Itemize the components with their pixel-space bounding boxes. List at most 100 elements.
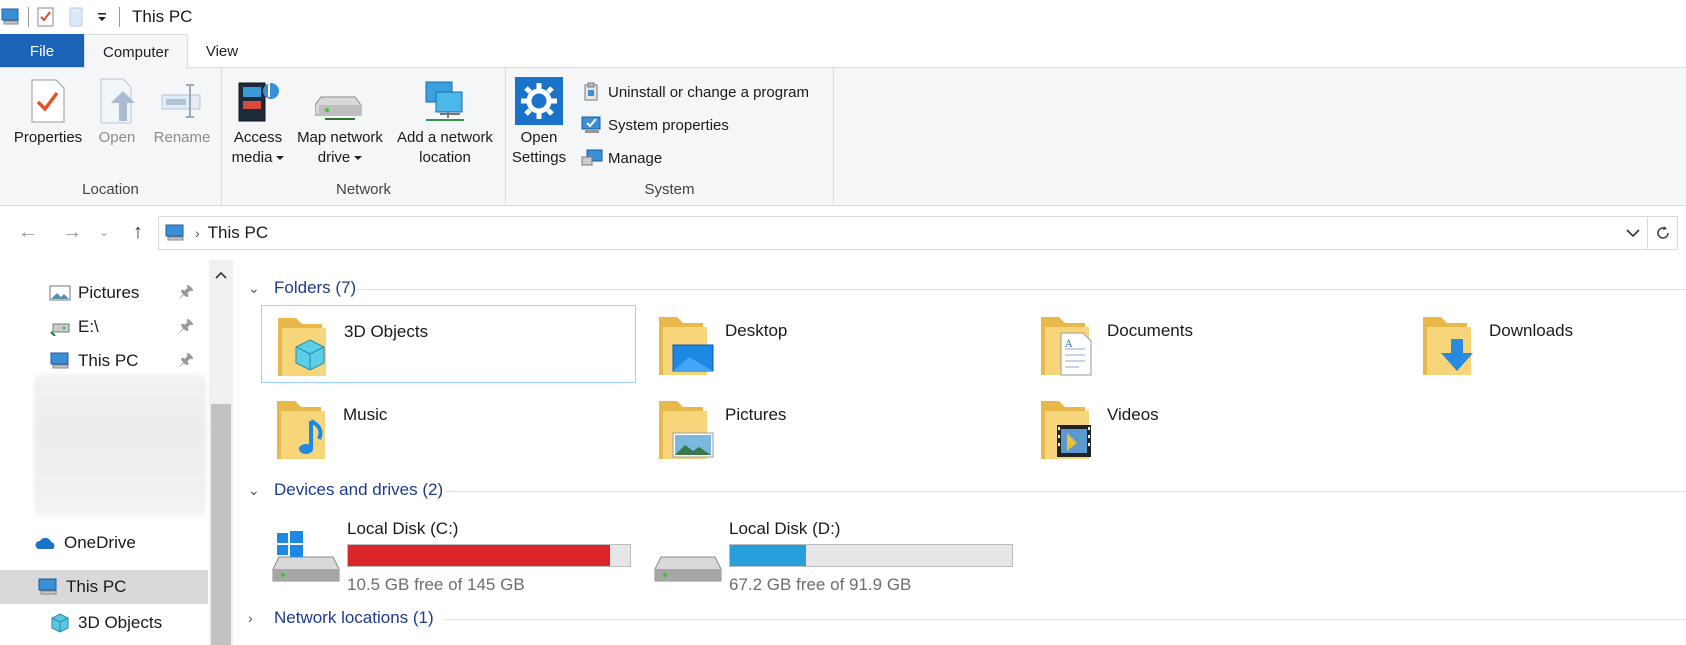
- sidebar-item-label: OneDrive: [64, 533, 136, 552]
- drive-free-space: 67.2 GB free of 91.9 GB: [729, 575, 912, 594]
- access-media-button[interactable]: Access media: [228, 74, 288, 168]
- folder-tile-downloads[interactable]: Downloads: [1407, 305, 1686, 383]
- up-arrow-icon[interactable]: ↑: [124, 218, 152, 246]
- map-drive-label-2: drive: [318, 148, 363, 168]
- system-group: Open Settings Uninstall or change a prog…: [506, 68, 834, 206]
- new-folder-quick-icon[interactable]: [65, 6, 87, 28]
- 3d-cube-icon: [48, 612, 72, 634]
- sidebar-item-3d-objects[interactable]: 3D Objects: [0, 606, 208, 640]
- map-network-drive-button[interactable]: Map network drive: [292, 74, 388, 168]
- breadcrumb-chevron-icon[interactable]: ›: [195, 225, 200, 241]
- open-label: Open: [98, 129, 136, 146]
- drive-usage-fill: [730, 545, 806, 566]
- properties-icon: [22, 74, 74, 128]
- rename-label: Rename: [153, 129, 211, 146]
- folders-section-header[interactable]: ⌄ Folders (7): [248, 274, 356, 302]
- system-properties-icon: [580, 114, 604, 136]
- back-arrow-icon[interactable]: ←: [14, 218, 42, 246]
- address-dropdown-icon[interactable]: [1619, 217, 1647, 249]
- folder-tile-documents[interactable]: A Documents: [1025, 305, 1400, 383]
- chevron-down-icon[interactable]: ⌄: [248, 280, 264, 297]
- add-network-location-button[interactable]: Add a network location: [392, 74, 498, 168]
- properties-quick-icon[interactable]: [35, 6, 57, 28]
- folder-tile-music[interactable]: Music: [261, 389, 636, 467]
- address-bar[interactable]: › This PC: [158, 216, 1648, 250]
- access-media-label-2: media: [232, 148, 285, 168]
- drive-usage-bar: [729, 544, 1013, 567]
- folder-name: Desktop: [725, 321, 788, 340]
- pin-icon[interactable]: 🖈: [178, 347, 194, 376]
- sidebar-item-label: E:\: [78, 317, 99, 336]
- add-location-label-2: location: [419, 149, 471, 166]
- sidebar-item-label: Pictures: [78, 283, 140, 302]
- folder-tile-3d-objects[interactable]: 3D Objects: [261, 305, 636, 383]
- folder-3d-objects-icon: [274, 310, 338, 382]
- uninstall-program-button[interactable]: Uninstall or change a program: [580, 80, 809, 104]
- svg-text:A: A: [1064, 339, 1073, 350]
- breadcrumb[interactable]: This PC: [208, 223, 268, 243]
- system-properties-label: System properties: [608, 116, 729, 134]
- sidebar-item-e-drive[interactable]: E:\ 🖈: [0, 310, 208, 344]
- folder-desktop-icon: [655, 309, 719, 381]
- manage-button[interactable]: Manage: [580, 146, 662, 170]
- title-bar: This PC: [0, 0, 1686, 34]
- open-settings-button[interactable]: Open Settings: [512, 74, 566, 168]
- folder-tile-desktop[interactable]: Desktop: [643, 305, 1018, 383]
- chevron-right-icon[interactable]: ›: [248, 610, 264, 626]
- chevron-down-icon: [354, 156, 363, 161]
- tab-file[interactable]: File: [0, 34, 84, 68]
- chevron-down-icon: [276, 156, 285, 161]
- drive-tile-d[interactable]: Local Disk (D:) 67.2 GB free of 91.9 GB: [643, 515, 1013, 595]
- sidebar-item-this-pc[interactable]: This PC: [0, 570, 208, 604]
- properties-button[interactable]: Properties: [10, 74, 86, 148]
- forward-arrow-icon[interactable]: →: [58, 218, 86, 246]
- scrollbar-thumb[interactable]: [211, 404, 231, 645]
- sidebar-item-label: 3D Objects: [78, 613, 163, 632]
- pictures-icon: [48, 282, 72, 304]
- manage-icon: [580, 147, 604, 169]
- scroll-up-chevron-icon[interactable]: [209, 264, 233, 286]
- window-title: This PC: [132, 7, 193, 26]
- sidebar-item-pictures[interactable]: Pictures 🖈: [0, 276, 208, 310]
- this-pc-icon: [48, 350, 72, 372]
- sidebar-scrollbar[interactable]: [209, 260, 233, 645]
- network-locations-section-header[interactable]: › Network locations (1): [248, 604, 434, 632]
- folder-name: Videos: [1107, 405, 1159, 424]
- open-settings-label-2: Settings: [511, 149, 567, 166]
- blurred-items: [34, 374, 206, 516]
- folder-name: Pictures: [725, 405, 787, 424]
- tab-computer[interactable]: Computer: [84, 34, 188, 69]
- folder-tile-videos[interactable]: Videos: [1025, 389, 1400, 467]
- recent-locations-chevron-icon[interactable]: ⌄: [94, 218, 114, 246]
- location-group: Properties Open Rename Location: [0, 68, 222, 206]
- devices-section-header[interactable]: ⌄ Devices and drives (2): [248, 476, 443, 504]
- pin-icon[interactable]: 🖈: [178, 279, 194, 308]
- folder-downloads-icon: [1419, 309, 1483, 381]
- settings-gear-icon: [513, 74, 565, 128]
- map-network-drive-icon: [314, 74, 366, 128]
- folder-tile-pictures[interactable]: Pictures: [643, 389, 1018, 467]
- customize-toolbar-dropdown-icon[interactable]: [91, 6, 113, 28]
- system-properties-button[interactable]: System properties: [580, 113, 729, 137]
- this-pc-icon: [165, 224, 187, 242]
- folder-name: Downloads: [1489, 321, 1574, 340]
- drive-tile-c[interactable]: Local Disk (C:) 10.5 GB free of 145 GB: [261, 515, 631, 595]
- rename-button[interactable]: Rename: [150, 74, 214, 148]
- this-pc-icon[interactable]: [0, 6, 22, 28]
- sidebar-item-onedrive[interactable]: OneDrive: [0, 526, 208, 560]
- separator: [28, 7, 29, 27]
- drive-usage-bar: [347, 544, 631, 567]
- tab-view[interactable]: View: [188, 34, 256, 68]
- pin-icon[interactable]: 🖈: [178, 313, 194, 342]
- access-media-label-1: Access: [233, 129, 283, 146]
- folder-documents-icon: A: [1037, 309, 1101, 381]
- open-button[interactable]: Open: [92, 74, 142, 148]
- sidebar-item-this-pc-pinned[interactable]: This PC 🖈: [0, 344, 208, 378]
- navigation-pane: Pictures 🖈 E:\ 🖈 This PC 🖈 OneDrive This…: [0, 260, 208, 645]
- refresh-icon[interactable]: [1648, 216, 1678, 250]
- chevron-down-icon[interactable]: ⌄: [248, 482, 264, 499]
- map-drive-label-1: Map network: [297, 129, 383, 146]
- network-group-label: Network: [335, 181, 391, 198]
- system-group-label: System: [644, 181, 695, 198]
- content-pane: ⌄ Folders (7) 3D Objects Desktop A Docum…: [234, 260, 1686, 645]
